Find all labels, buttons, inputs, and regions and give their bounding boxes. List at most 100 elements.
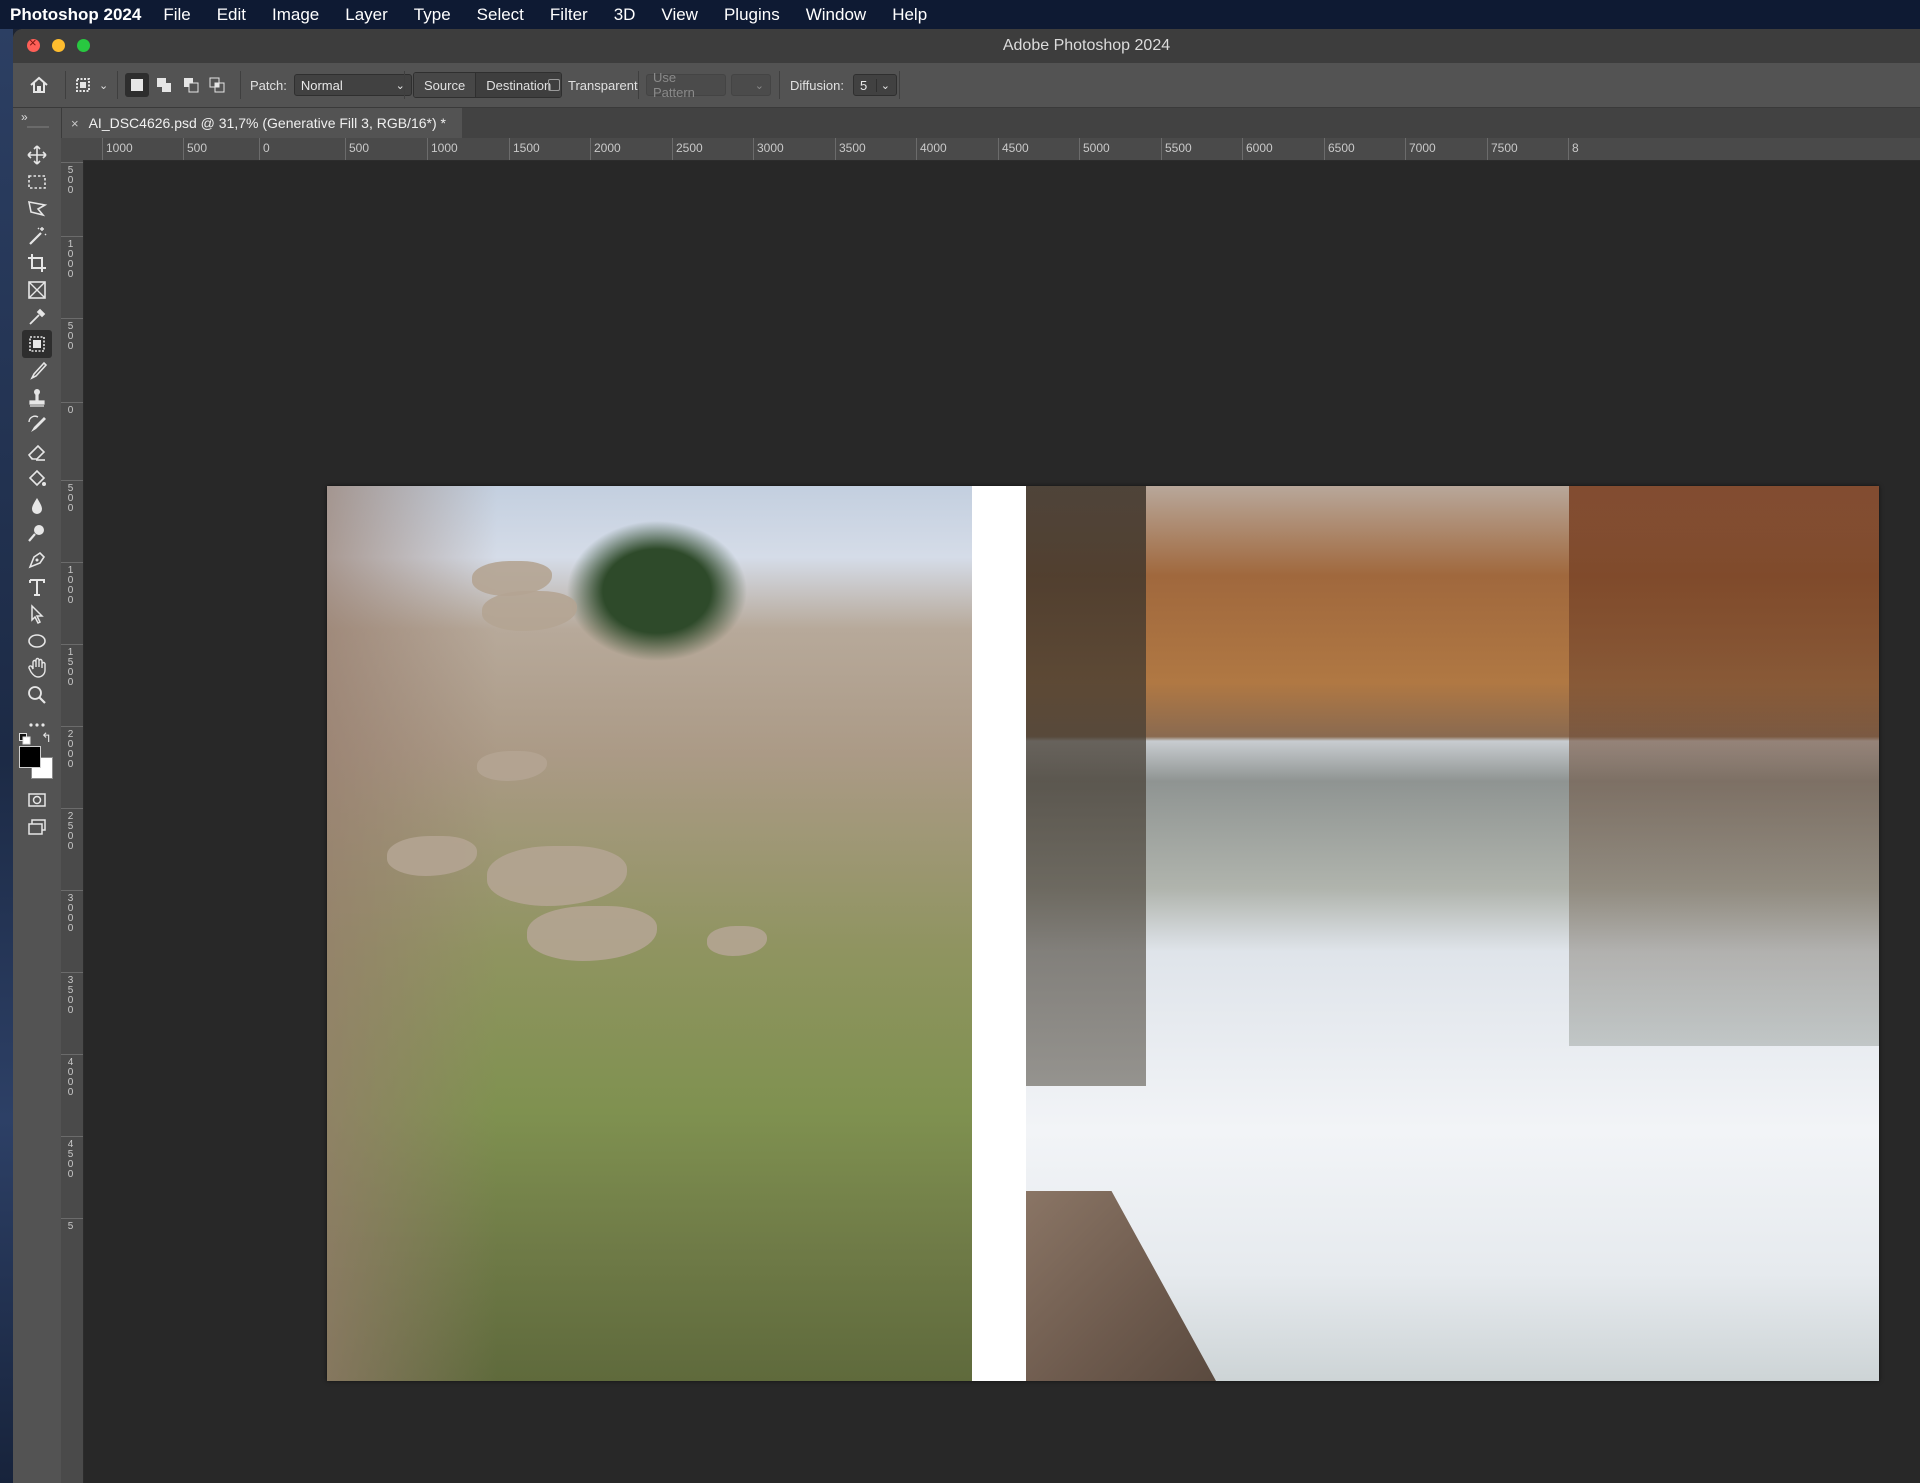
home-button[interactable] — [27, 63, 51, 107]
menu-filter[interactable]: Filter — [550, 5, 588, 25]
screen-mode-icon — [28, 819, 46, 835]
menu-layer[interactable]: Layer — [345, 5, 388, 25]
zoom-icon — [28, 686, 46, 704]
quick-mask-icon — [28, 793, 46, 807]
subtract-selection-icon — [179, 73, 203, 97]
swap-colors-icon[interactable]: ↰ — [41, 730, 52, 746]
selection-mode-new[interactable] — [125, 63, 149, 107]
source-button[interactable]: Source — [414, 73, 476, 97]
panel-grip[interactable] — [27, 126, 49, 128]
hand-tool[interactable] — [22, 654, 52, 682]
brush-tool[interactable] — [22, 357, 52, 385]
menu-select[interactable]: Select — [477, 5, 524, 25]
selection-mode-add[interactable] — [152, 63, 176, 107]
diffusion-select[interactable]: 5 ⌄ — [852, 74, 897, 96]
menu-help[interactable]: Help — [892, 5, 927, 25]
ruler-label: 500 — [67, 483, 74, 514]
ruler-label: 3500 — [839, 141, 866, 155]
foreground-color-swatch[interactable] — [19, 746, 41, 768]
clone-stamp-tool[interactable] — [22, 384, 52, 412]
menu-type[interactable]: Type — [414, 5, 451, 25]
type-tool[interactable] — [22, 573, 52, 601]
menu-app-name[interactable]: Photoshop 2024 — [10, 5, 141, 25]
photoshop-window: Adobe Photoshop 2024 ⌄ — [13, 29, 1920, 1483]
eraser-icon — [27, 444, 46, 461]
crop-icon — [28, 254, 46, 272]
polygonal-lasso-icon — [27, 200, 48, 217]
selection-mode-subtract[interactable] — [179, 63, 203, 107]
diffusion-value: 5 — [859, 77, 868, 93]
ruler-label: 1000 — [431, 141, 458, 155]
ruler-label: 7000 — [1409, 141, 1436, 155]
ruler-label: 4000 — [67, 1057, 74, 1098]
horizontal-ruler[interactable]: 1000 500 0 500 1000 1500 2000 2500 3000 … — [61, 138, 1920, 161]
menu-view[interactable]: View — [661, 5, 698, 25]
zoom-tool[interactable] — [22, 681, 52, 709]
blur-tool[interactable] — [22, 492, 52, 520]
ellipse-tool[interactable] — [22, 627, 52, 655]
quick-mask-button[interactable] — [22, 786, 52, 814]
eyedropper-icon — [29, 308, 46, 325]
move-tool[interactable] — [22, 141, 52, 169]
screen-mode-button[interactable] — [22, 813, 52, 841]
expand-panel-icon[interactable]: » — [21, 110, 28, 124]
eyedropper-tool[interactable] — [22, 303, 52, 331]
marquee-tool[interactable] — [22, 168, 52, 196]
paint-bucket-icon — [28, 469, 46, 487]
selection-mode-intersect[interactable] — [205, 63, 229, 107]
dodge-tool[interactable] — [22, 519, 52, 547]
chevron-down-icon: ⌄ — [875, 78, 890, 92]
patch-mode-select[interactable]: Normal ⌄ — [293, 74, 412, 96]
pen-tool[interactable] — [22, 546, 52, 574]
menu-image[interactable]: Image — [272, 5, 319, 25]
pattern-picker[interactable]: ⌄ — [731, 74, 771, 96]
ruler-label: 4000 — [920, 141, 947, 155]
patch-tool[interactable] — [22, 330, 52, 358]
canvas-area[interactable] — [84, 161, 1920, 1483]
frame-tool[interactable] — [22, 276, 52, 304]
lasso-tool[interactable] — [22, 195, 52, 223]
ruler-label: 5000 — [1083, 141, 1110, 155]
ruler-label: 2500 — [676, 141, 703, 155]
paint-bucket-tool[interactable] — [22, 465, 52, 493]
ruler-label: 500 — [187, 141, 208, 155]
document-canvas[interactable] — [327, 486, 1879, 1381]
chevron-down-icon: ⌄ — [99, 79, 109, 92]
crop-tool[interactable] — [22, 249, 52, 277]
menu-plugins[interactable]: Plugins — [724, 5, 780, 25]
new-selection-icon — [125, 73, 149, 97]
eraser-tool[interactable] — [22, 438, 52, 466]
tool-preset-picker[interactable]: ⌄ — [71, 63, 108, 107]
ruler-label: 7500 — [1491, 141, 1518, 155]
vertical-ruler[interactable]: 500 1000 500 0 500 1000 1500 2000 2500 3… — [61, 160, 84, 1483]
document-tab[interactable]: × AI_DSC4626.psd @ 31,7% (Generative Fil… — [61, 108, 462, 138]
menu-file[interactable]: File — [163, 5, 190, 25]
patch-mode-value: Normal — [300, 77, 343, 93]
history-brush-tool[interactable] — [22, 411, 52, 439]
use-pattern-button[interactable]: Use Pattern — [646, 70, 726, 100]
ruler-label: 500 — [67, 165, 74, 196]
menu-edit[interactable]: Edit — [217, 5, 246, 25]
ruler-label: 4500 — [1002, 141, 1029, 155]
ruler-label: 2500 — [67, 811, 74, 852]
document-tab-bar: × AI_DSC4626.psd @ 31,7% (Generative Fil… — [13, 108, 1920, 139]
magic-wand-tool[interactable] — [22, 222, 52, 250]
default-colors-icon[interactable] — [19, 732, 31, 745]
add-selection-icon — [152, 73, 176, 97]
ruler-label: 8 — [1572, 141, 1579, 155]
hand-icon — [28, 657, 46, 678]
transparent-checkbox[interactable] — [548, 79, 560, 91]
ruler-label: 5500 — [1165, 141, 1192, 155]
menu-window[interactable]: Window — [806, 5, 866, 25]
brush-icon — [30, 361, 48, 380]
ruler-label: 2000 — [67, 729, 74, 770]
ruler-label: 500 — [67, 321, 74, 352]
menu-3d[interactable]: 3D — [614, 5, 636, 25]
lake-photo — [1026, 486, 1879, 1381]
ruler-label: 6500 — [1328, 141, 1355, 155]
patch-tool-icon — [71, 73, 95, 97]
ruler-label: 1500 — [513, 141, 540, 155]
close-tab-icon[interactable]: × — [71, 116, 79, 131]
ruler-label: 5 — [67, 1221, 74, 1232]
path-selection-tool[interactable] — [22, 600, 52, 628]
